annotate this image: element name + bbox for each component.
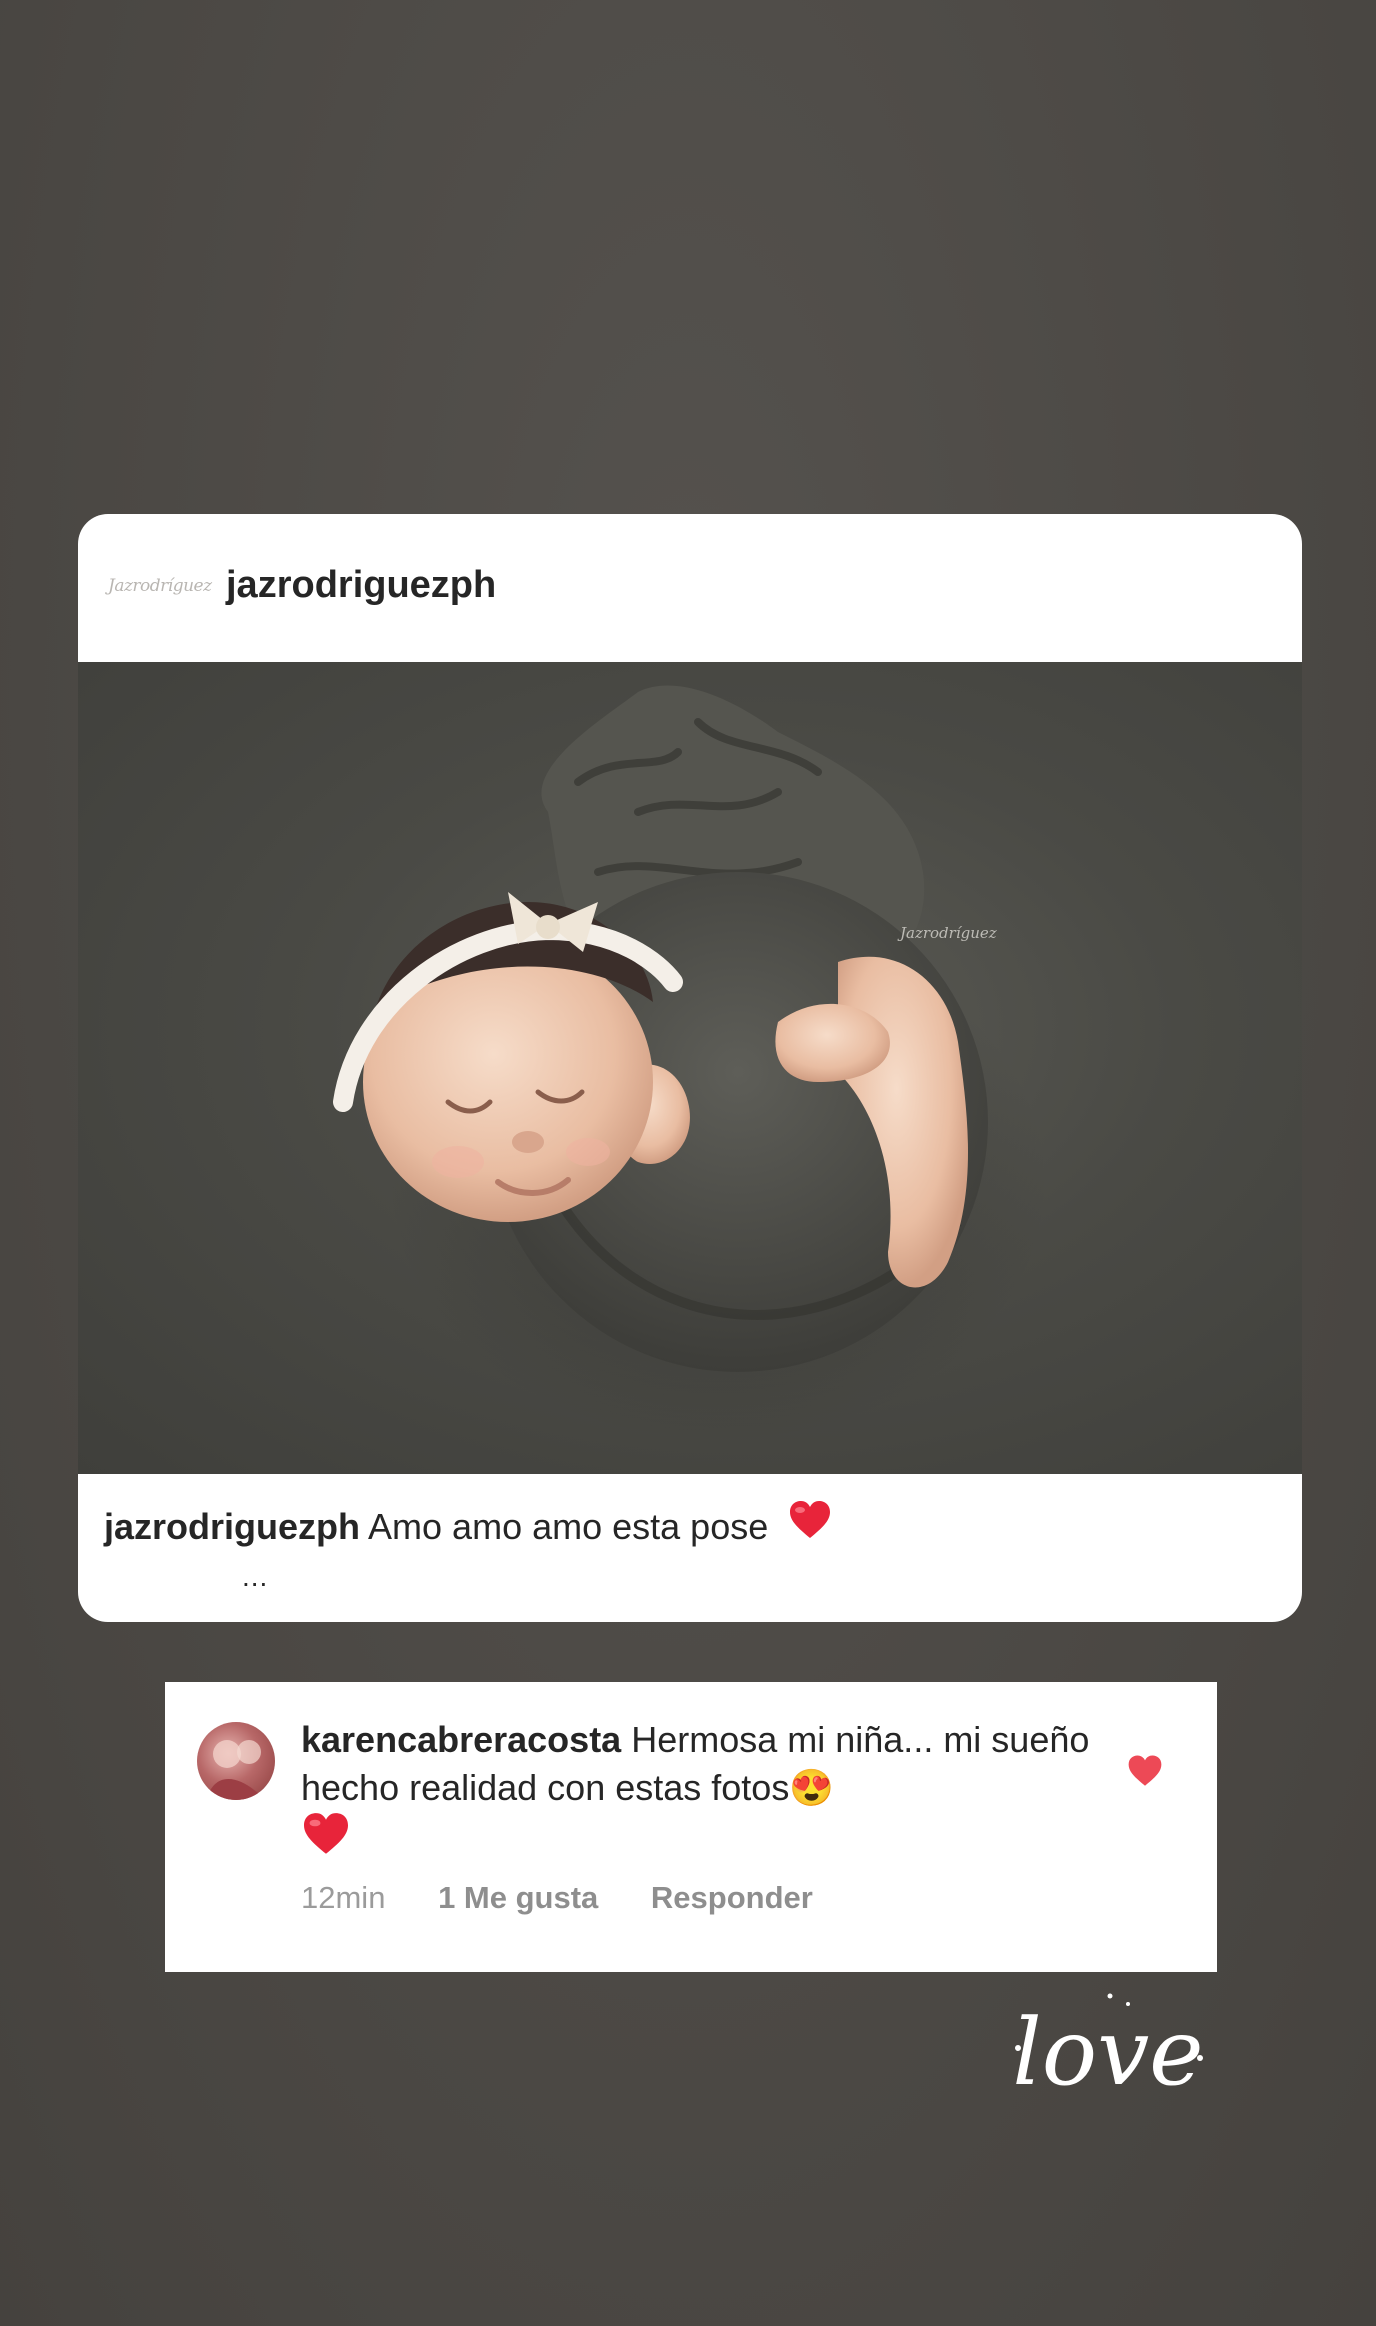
comment-likes-link[interactable]: 1 Me gusta bbox=[438, 1880, 598, 1915]
post-photo[interactable]: Jazrodríguez bbox=[78, 662, 1302, 1474]
comment-time: 12min bbox=[301, 1880, 386, 1915]
post-username[interactable]: jazrodriguezph bbox=[226, 562, 496, 608]
sparkle-dot bbox=[1197, 2055, 1203, 2061]
post-caption: jazrodriguezph Amo amo amo esta pose bbox=[104, 1500, 832, 1551]
comment-body: karencabreracosta Hermosa mi niña... mi … bbox=[301, 1716, 1121, 1868]
love-sticker[interactable]: love bbox=[1000, 1986, 1220, 2116]
comment-card[interactable]: karencabreracosta Hermosa mi niña... mi … bbox=[165, 1682, 1217, 1972]
newborn-photo-illustration bbox=[333, 685, 1048, 1442]
red-heart-icon bbox=[301, 1812, 351, 1868]
sparkle-dot bbox=[1126, 2002, 1130, 2006]
comment-meta: 12min 1 Me gusta Responder bbox=[301, 1878, 813, 1918]
shared-post-card[interactable]: Jazrodríguez jazrodriguezph Jazrodríguez… bbox=[78, 514, 1302, 1622]
profile-logo[interactable]: Jazrodríguez bbox=[108, 566, 212, 606]
comment-like-heart-icon[interactable] bbox=[1127, 1754, 1163, 1788]
sparkle-dot bbox=[1107, 1993, 1113, 1999]
caption-username[interactable]: jazrodriguezph bbox=[104, 1506, 360, 1547]
caption-text: Amo amo amo esta pose bbox=[368, 1506, 769, 1547]
post-header: Jazrodríguez jazrodriguezph bbox=[78, 514, 1302, 662]
comment-username[interactable]: karencabreracosta bbox=[301, 1719, 621, 1760]
commenter-avatar[interactable] bbox=[197, 1722, 275, 1800]
story-canvas: Jazrodríguez jazrodriguezph Jazrodríguez… bbox=[0, 0, 1376, 2326]
caption-more[interactable]: ... bbox=[242, 1562, 268, 1592]
red-heart-icon bbox=[788, 1500, 832, 1551]
photo-watermark: Jazrodríguez bbox=[900, 924, 997, 942]
love-sticker-text: love bbox=[1012, 1999, 1203, 2106]
reply-button[interactable]: Responder bbox=[651, 1880, 813, 1915]
sparkle-dot bbox=[1015, 2045, 1021, 2051]
